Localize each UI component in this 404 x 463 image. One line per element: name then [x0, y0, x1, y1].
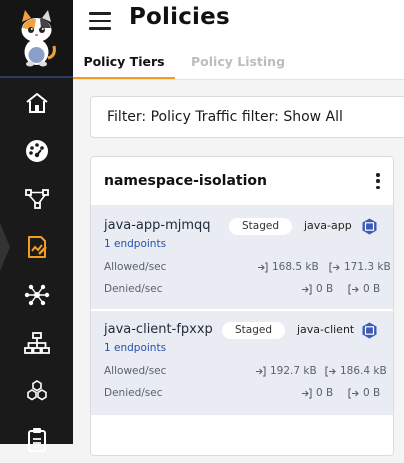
policy-name[interactable]: java-app-mjmqq	[104, 218, 211, 233]
policy-row[interactable]: java-client-fpxxp Staged java-client 1 e…	[91, 311, 393, 415]
tier-card: namespace-isolation java-app-mjmqq Stage…	[90, 156, 394, 456]
cluster-icon	[26, 380, 47, 401]
hierarchy-icon	[23, 332, 50, 354]
allowed-out-stat: 171.3 kB	[329, 261, 391, 273]
denied-in-value: 0 B	[316, 387, 334, 399]
allowed-label: Allowed/sec	[104, 261, 167, 273]
sidebar-item-service-graph[interactable]	[0, 127, 73, 175]
allowed-in-value: 192.7 kB	[270, 365, 317, 377]
namespace-label: java-app	[304, 219, 352, 232]
egress-icon	[329, 261, 340, 273]
denied-out-stat: 0 B	[348, 387, 380, 399]
tier-card-header: namespace-isolation	[91, 157, 393, 206]
top-bar: Policies	[73, 0, 404, 44]
allowed-in-stat: 192.7 kB	[255, 365, 317, 377]
ingress-icon	[302, 387, 312, 399]
denied-label: Denied/sec	[104, 283, 163, 295]
namespace-icon	[362, 218, 377, 235]
policy-name[interactable]: java-client-fpxxp	[104, 322, 213, 337]
tab-bar: Policy Tiers Policy Listing	[73, 44, 404, 80]
endpoints-link[interactable]: 1 endpoints	[104, 238, 166, 250]
allowed-in-stat: 168.5 kB	[257, 261, 319, 273]
allowed-in-value: 168.5 kB	[272, 261, 319, 273]
tier-title: namespace-isolation	[104, 173, 267, 189]
ingress-icon	[256, 365, 266, 377]
allowed-out-value: 186.4 kB	[340, 365, 387, 377]
egress-icon	[348, 387, 359, 399]
page-title: Policies	[129, 4, 230, 30]
denied-out-stat: 0 B	[348, 283, 380, 295]
home-icon	[25, 93, 48, 113]
ingress-icon	[258, 261, 268, 273]
policy-icon	[27, 236, 47, 258]
sidebar-item-clipboard[interactable]	[0, 415, 73, 463]
flow-icon	[24, 189, 49, 209]
hamburger-icon[interactable]	[89, 12, 111, 30]
traffic-filter-dropdown[interactable]: Filter: Policy Traffic filter: Show All	[90, 96, 404, 138]
denied-in-stat: 0 B	[301, 387, 333, 399]
denied-in-value: 0 B	[316, 283, 334, 295]
endpoints-link[interactable]: 1 endpoints	[104, 342, 166, 354]
status-badge: Staged	[222, 322, 286, 339]
gauge-icon	[25, 140, 48, 162]
denied-label: Denied/sec	[104, 387, 163, 399]
sidebar-item-dashboard[interactable]	[0, 79, 73, 127]
sidebar	[0, 0, 73, 452]
namespace-label: java-client	[297, 323, 355, 336]
policy-row[interactable]: java-app-mjmqq Staged java-app 1 endpoin…	[91, 205, 393, 309]
cat-logo-icon	[21, 10, 56, 67]
logo[interactable]	[0, 0, 73, 78]
filter-label: Filter: Policy Traffic filter: Show All	[107, 109, 343, 125]
egress-icon	[348, 283, 359, 295]
sidebar-item-flow[interactable]	[0, 175, 73, 223]
clipboard-icon	[27, 428, 46, 452]
allowed-out-stat: 186.4 kB	[325, 365, 387, 377]
tab-policy-tiers[interactable]: Policy Tiers	[73, 44, 175, 79]
sidebar-item-policies[interactable]	[0, 223, 73, 271]
denied-out-value: 0 B	[363, 283, 381, 295]
namespace-icon	[362, 322, 377, 339]
status-badge: Staged	[229, 218, 293, 235]
allowed-out-value: 171.3 kB	[344, 261, 391, 273]
network-icon	[24, 284, 49, 306]
sidebar-item-cluster[interactable]	[0, 367, 73, 415]
egress-icon	[325, 365, 336, 377]
denied-in-stat: 0 B	[301, 283, 333, 295]
sidebar-item-hierarchy[interactable]	[0, 319, 73, 367]
kebab-menu-icon[interactable]	[375, 173, 381, 189]
denied-out-value: 0 B	[363, 387, 381, 399]
tab-policy-listing[interactable]: Policy Listing	[191, 44, 285, 79]
allowed-label: Allowed/sec	[104, 365, 167, 377]
ingress-icon	[302, 283, 312, 295]
sidebar-item-network[interactable]	[0, 271, 73, 319]
